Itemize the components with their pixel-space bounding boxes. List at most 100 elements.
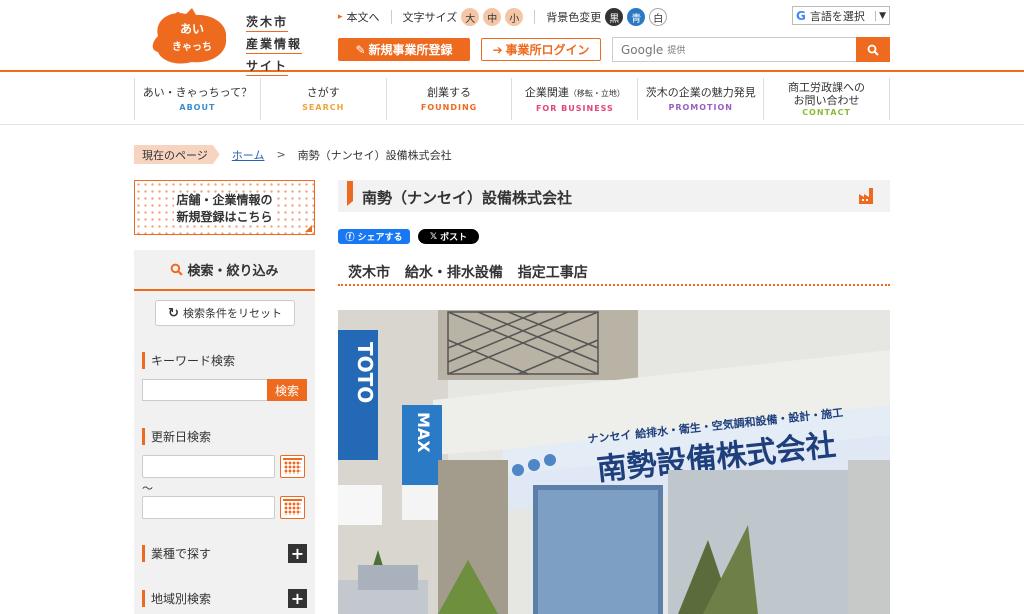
nav-item-label: 茨木の企業の魅力発見	[645, 86, 756, 99]
site-search-button[interactable]	[856, 37, 890, 62]
bg-black-button[interactable]: 黒	[605, 8, 624, 26]
site-logo-text[interactable]: 茨木市 産業情報 サイト	[246, 11, 316, 77]
breadcrumb-home-link[interactable]: ホーム	[232, 147, 265, 163]
nav-item-en: CONTACT	[802, 108, 851, 117]
divider	[534, 10, 536, 24]
banner-line: 店舗・企業情報の	[174, 193, 275, 207]
font-size-label: 文字サイズ	[402, 11, 458, 24]
skip-to-content-link[interactable]: 本文へ	[347, 9, 380, 25]
nav-item-en: FOR BUSINESS	[535, 103, 614, 113]
keyword-search-title: キーワード検索	[142, 352, 235, 369]
factory-icon	[859, 188, 873, 204]
nav-item-label: あい・きゃっちって？	[142, 86, 253, 99]
keyword-input[interactable]	[142, 379, 267, 401]
nav-item-founding[interactable]: 創業する FOUNDING	[385, 78, 512, 120]
refresh-icon: ↻	[168, 305, 179, 321]
search-filter-title: 検索・絞り込み	[187, 264, 279, 279]
font-size-medium-button[interactable]: 中	[483, 8, 502, 26]
logo-mascot-text: あい	[180, 22, 204, 36]
area-search-title[interactable]: 地域別検索	[142, 590, 211, 607]
divider	[0, 124, 1024, 125]
reset-search-label: 検索条件をリセット	[182, 307, 282, 320]
flag-icon	[347, 181, 353, 206]
language-select-label: 言語を選択	[809, 9, 865, 23]
toto-sign-text: TOTO	[353, 342, 377, 403]
search-icon	[867, 44, 879, 56]
x-post-label: ポスト	[440, 233, 468, 243]
breadcrumb-current-label: 現在のページ	[134, 145, 220, 164]
global-nav: あい・きゃっちって？ ABOUT さがす SEARCH 創業する FOUNDIN…	[134, 78, 890, 120]
logo-mascot-text: きゃっち	[172, 41, 212, 53]
breadcrumb-current: 南勢（ナンセイ）設備株式会社	[297, 148, 452, 162]
nav-item-business[interactable]: 企業関連（移転・立地） FOR BUSINESS	[511, 78, 637, 120]
date-search-title: 更新日検索	[142, 428, 211, 445]
facebook-share-label: シェアする	[357, 233, 403, 243]
logo-line: 茨木市	[246, 13, 289, 32]
facebook-icon: ⓕ	[345, 233, 355, 243]
arrow-icon: ▸	[338, 12, 343, 22]
keyword-search-button[interactable]: 検索	[267, 379, 307, 401]
utility-bar: ▸ 本文へ 文字サイズ 大 中 小 背景色変更 黒 青 白	[338, 7, 668, 27]
company-subtitle-bar: 茨木市 給水・排水設備 指定工事店	[338, 256, 890, 286]
bg-blue-button[interactable]: 青	[627, 8, 646, 26]
font-size-large-button[interactable]: 大	[461, 8, 480, 26]
nav-item-label-2: お問い合わせ	[793, 94, 860, 107]
nav-item-label-small: （移転・立地）	[568, 88, 625, 98]
nav-item-en: ABOUT	[179, 103, 216, 112]
company-title: 南勢（ナンセイ）設備株式会社	[362, 189, 573, 207]
search-icon	[171, 263, 184, 276]
industry-search-title[interactable]: 業種で探す	[142, 545, 211, 562]
google-placeholder-sub: 提供	[667, 46, 686, 56]
google-placeholder: Google	[621, 42, 664, 57]
breadcrumb-separator: >	[276, 148, 286, 161]
nav-item-about[interactable]: あい・きゃっちって？ ABOUT	[134, 78, 260, 120]
search-filter-panel: 検索・絞り込み ↻ 検索条件をリセット キーワード検索 検索 更新日検索 〜 業…	[134, 250, 315, 614]
nav-item-promotion[interactable]: 茨木の企業の魅力発見 PROMOTION	[637, 78, 763, 120]
company-title-bar: 南勢（ナンセイ）設備株式会社	[338, 180, 890, 212]
date-range-tilde: 〜	[142, 482, 153, 495]
storefront-photo: 南勢設備株式会社 ナンセイ 給排水・衛生・空気調和設備・設計・施工 TOTO M…	[338, 310, 890, 614]
x-post-button[interactable]: 𝕏 ポスト	[418, 229, 479, 244]
login-icon: ➔	[492, 42, 503, 57]
logo-line: 産業情報	[246, 35, 303, 54]
language-select[interactable]: G 言語を選択 ▼	[792, 6, 890, 25]
nav-item-label: 商工労政課への	[788, 81, 866, 94]
google-g-icon: G	[796, 8, 806, 23]
bg-color-label: 背景色変更	[546, 11, 602, 24]
register-business-button[interactable]: ✎ 新規事業所登録	[338, 38, 470, 61]
nav-item-contact[interactable]: 商工労政課への お問い合わせ CONTACT	[763, 78, 890, 120]
bg-white-button[interactable]: 白	[649, 8, 668, 26]
logo-line: サイト	[246, 57, 289, 76]
divider	[390, 10, 392, 24]
nav-item-label: さがす	[306, 86, 340, 99]
nav-item-en: SEARCH	[302, 103, 345, 112]
calendar-icon[interactable]	[280, 496, 305, 519]
calendar-icon[interactable]	[280, 455, 305, 478]
nav-item-en: FOUNDING	[420, 103, 478, 112]
nav-item-label: 創業する	[427, 86, 472, 99]
site-search-input[interactable]: Google 提供	[612, 37, 856, 62]
expand-plus-icon[interactable]: +	[288, 544, 307, 563]
facebook-share-button[interactable]: ⓕ シェアする	[338, 229, 410, 244]
nav-item-label-main: 企業関連	[524, 85, 569, 99]
edit-icon: ✎	[355, 42, 366, 57]
date-to-input[interactable]	[142, 496, 275, 519]
reset-search-button[interactable]: ↻ 検索条件をリセット	[155, 300, 295, 326]
expand-plus-icon[interactable]: +	[288, 589, 307, 608]
banner-line: 新規登録はこちら	[174, 210, 275, 224]
company-subtitle: 茨木市 給水・排水設備 指定工事店	[348, 265, 588, 281]
font-size-small-button[interactable]: 小	[505, 8, 524, 26]
date-from-input[interactable]	[142, 455, 275, 478]
chevron-down-icon: ▼	[875, 10, 889, 21]
max-sign-text: MAX	[414, 412, 433, 453]
new-registration-banner-text: 店舗・企業情報の 新規登録はこちら	[135, 192, 314, 226]
business-login-button[interactable]: ➔ 事業所ログイン	[481, 38, 601, 61]
breadcrumb: 現在のページ ホーム > 南勢（ナンセイ）設備株式会社	[134, 145, 452, 164]
nav-item-label: 企業関連（移転・立地）	[512, 86, 637, 100]
nav-item-en: PROMOTION	[668, 103, 733, 112]
logo-mascot[interactable]: あい きゃっち	[148, 6, 232, 66]
business-login-label: 事業所ログイン	[505, 43, 590, 57]
new-registration-banner[interactable]: 店舗・企業情報の 新規登録はこちら	[134, 180, 315, 235]
search-filter-header: 検索・絞り込み	[134, 250, 315, 291]
nav-item-search[interactable]: さがす SEARCH	[259, 78, 386, 120]
